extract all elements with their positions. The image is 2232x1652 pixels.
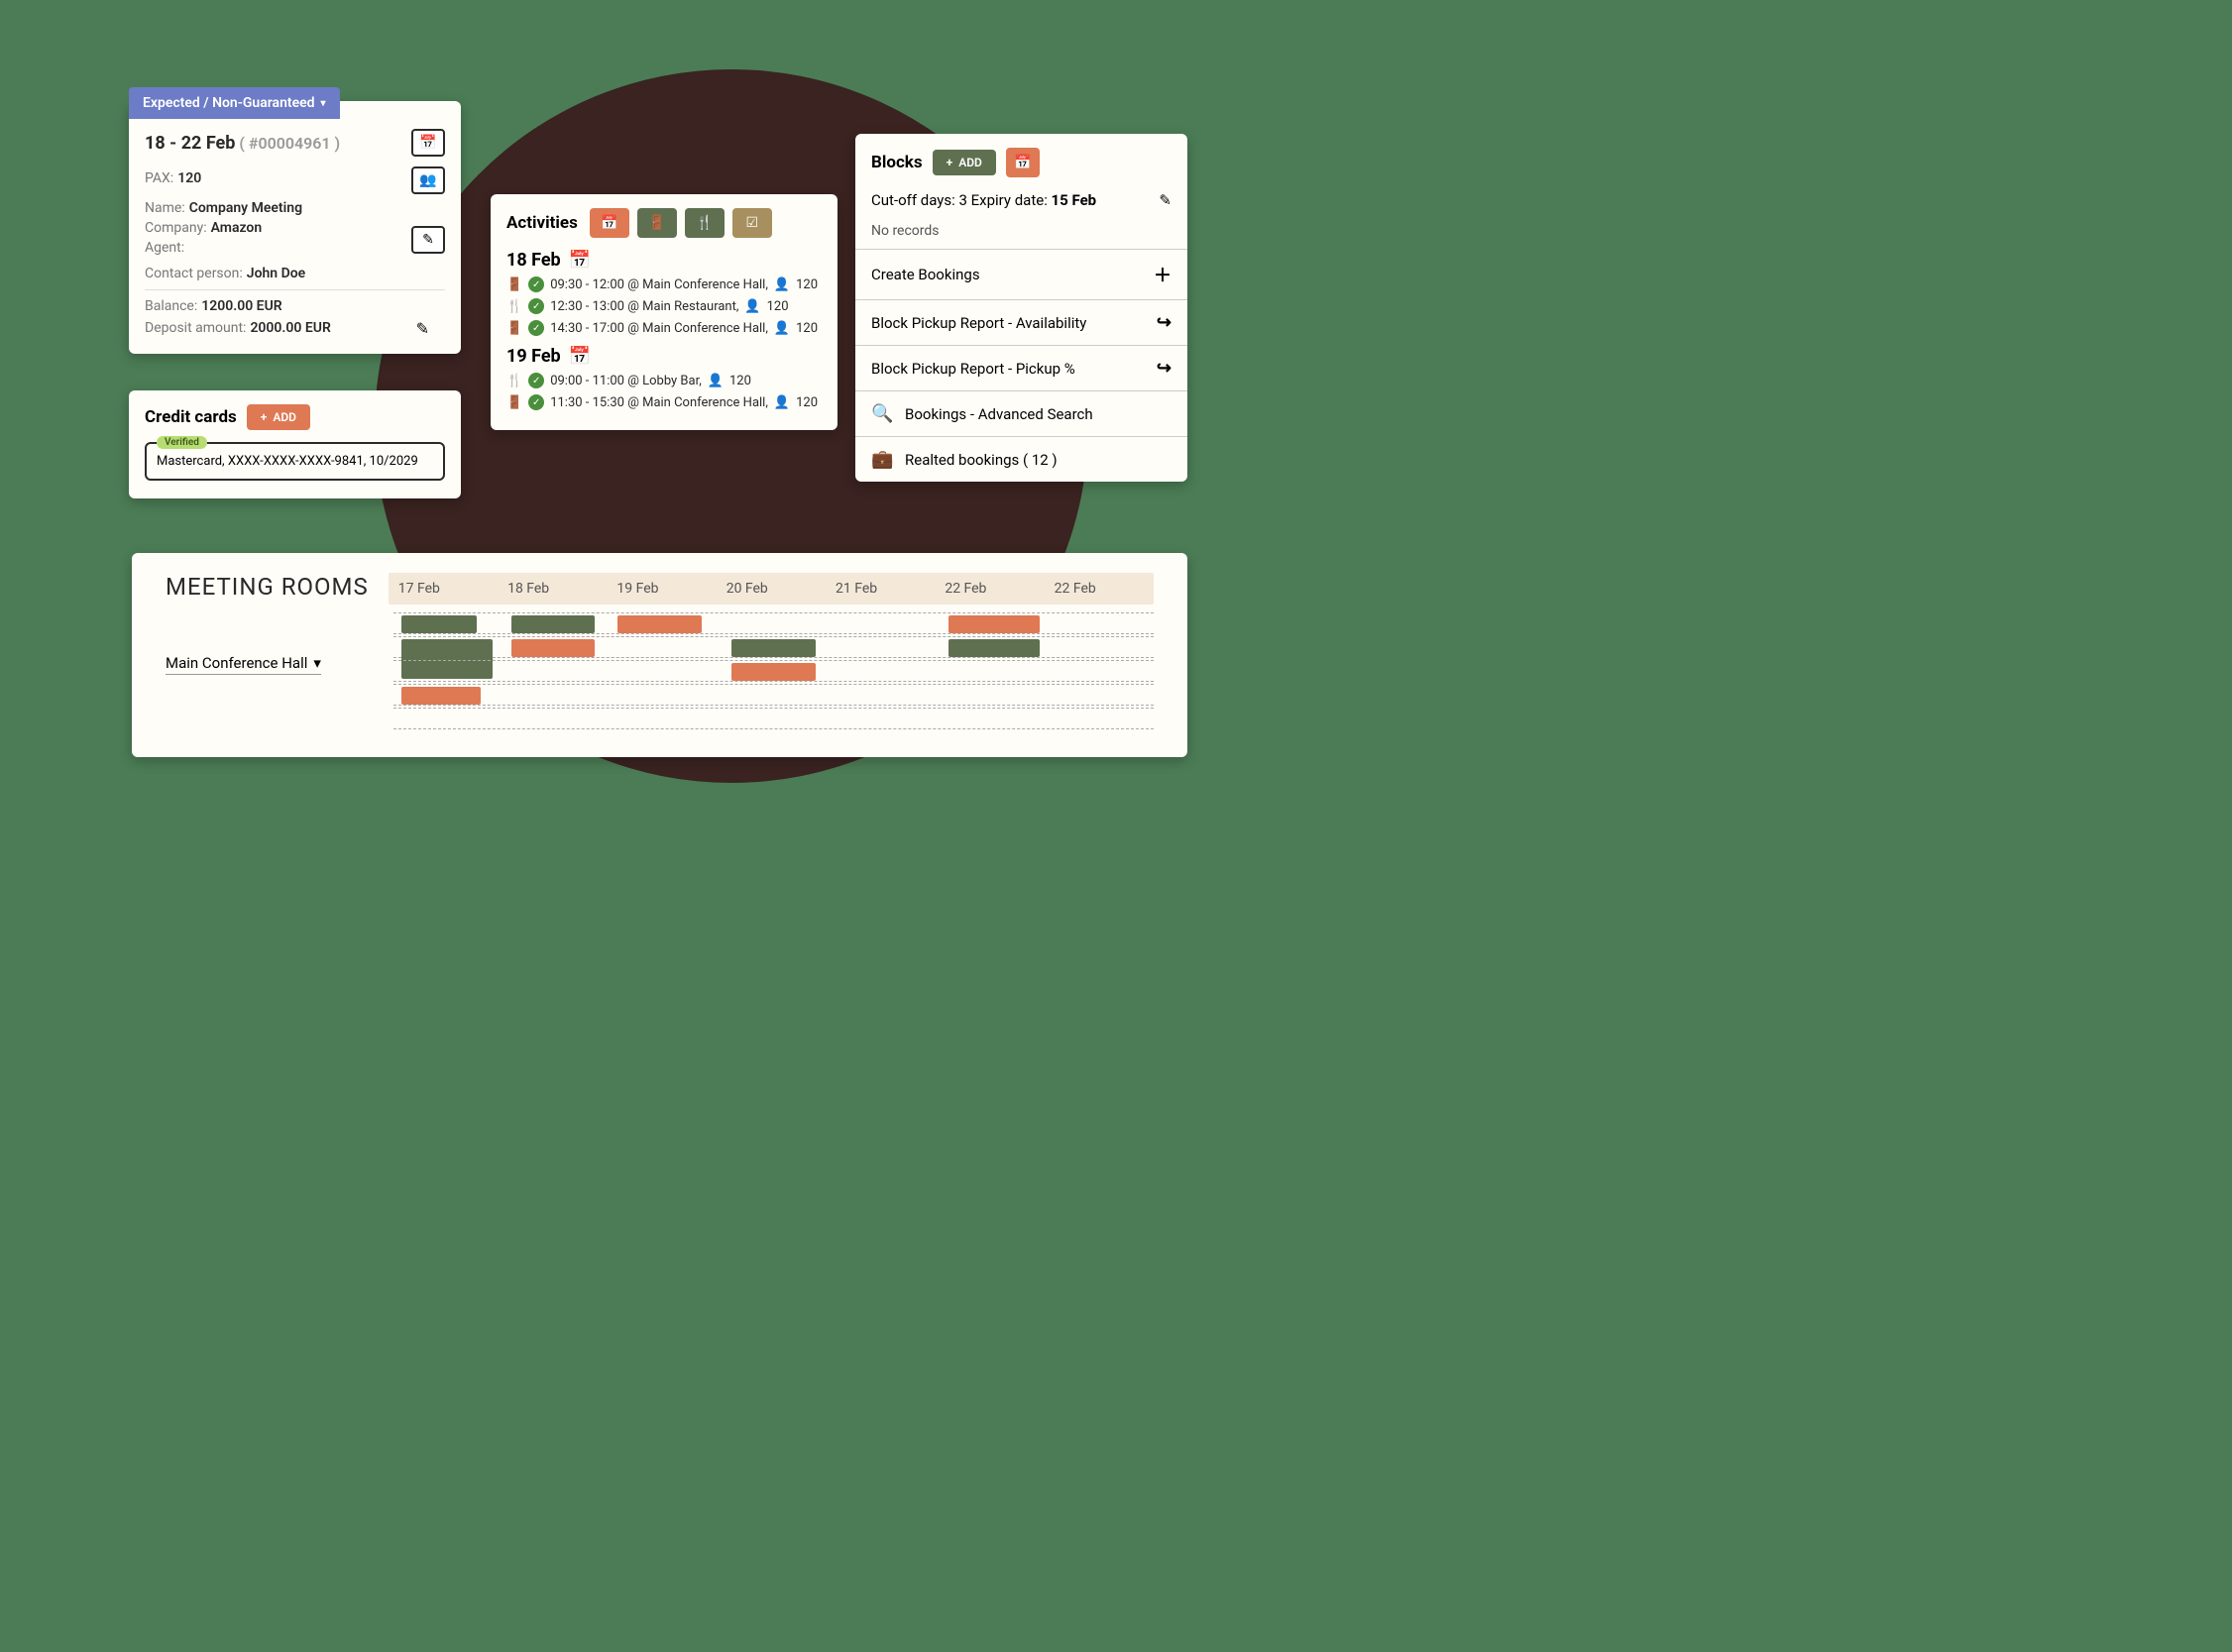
activities-card: Activities 📅 🚪 🍴 ☑ 18 Feb📅🚪✓09:30 - 12:0… bbox=[491, 194, 837, 430]
calendar-icon: 📅 bbox=[569, 250, 591, 271]
pax-value: 120 bbox=[177, 170, 201, 186]
check-icon: ✓ bbox=[528, 373, 544, 388]
gantt-bar[interactable] bbox=[401, 615, 478, 633]
calendar-icon: 📅 bbox=[601, 215, 617, 231]
balance-value: 1200.00 EUR bbox=[201, 298, 281, 314]
calendar-icon: 📅 bbox=[419, 135, 436, 151]
arrow-icon: ↪ bbox=[1157, 312, 1172, 333]
booking-card: Expected / Non-Guaranteed 18 - 22 Feb ( … bbox=[129, 101, 461, 354]
meeting-rooms-card: MEETING ROOMS 17 Feb18 Feb19 Feb20 Feb21… bbox=[132, 553, 1187, 757]
plus-icon: + bbox=[947, 156, 953, 169]
add-block-button[interactable]: +ADD bbox=[933, 150, 996, 175]
tab-tasks[interactable]: ☑ bbox=[732, 208, 772, 238]
gantt-bar[interactable] bbox=[617, 615, 701, 633]
people-icon: 👥 bbox=[419, 172, 436, 188]
person-icon: 👤 bbox=[708, 374, 724, 388]
activity-date: 18 Feb📅 bbox=[506, 250, 822, 271]
gantt-chart bbox=[393, 599, 1154, 727]
door-icon: 🚪 bbox=[648, 215, 665, 231]
person-icon: 👤 bbox=[774, 321, 790, 336]
contact-value: John Doe bbox=[247, 266, 305, 281]
plus-icon: + bbox=[261, 410, 268, 424]
calendar-icon: 📅 bbox=[1014, 155, 1031, 170]
cutoff-text: Cut-off days: 3 Expiry date: bbox=[871, 191, 1052, 209]
status-dropdown[interactable]: Expected / Non-Guaranteed bbox=[129, 87, 340, 119]
deposit-value: 2000.00 EUR bbox=[250, 320, 330, 336]
credit-cards-card: Credit cards +ADD Verified Mastercard, X… bbox=[129, 390, 461, 498]
blocks-title: Blocks bbox=[871, 153, 923, 172]
arrow-icon: ↪ bbox=[1157, 358, 1172, 379]
booking-dates: 18 - 22 Feb bbox=[145, 133, 235, 154]
block-action[interactable]: 💼Realted bookings ( 12 ) bbox=[855, 437, 1187, 482]
cutoff-date: 15 Feb bbox=[1052, 191, 1097, 209]
activity-item[interactable]: 🚪✓09:30 - 12:00 @ Main Conference Hall,👤… bbox=[506, 276, 822, 292]
check-icon: ✓ bbox=[528, 320, 544, 336]
credit-title: Credit cards bbox=[145, 407, 237, 427]
door-icon: 🚪 bbox=[506, 321, 522, 336]
tab-calendar[interactable]: 📅 bbox=[590, 208, 629, 238]
checklist-icon: ☑ bbox=[746, 215, 759, 231]
activity-item[interactable]: 🍴✓12:30 - 13:00 @ Main Restaurant,👤120 bbox=[506, 298, 822, 314]
check-icon: ✓ bbox=[528, 276, 544, 292]
check-icon: ✓ bbox=[528, 394, 544, 410]
block-action[interactable]: Block Pickup Report - Pickup %↪ bbox=[855, 346, 1187, 391]
block-action[interactable]: Create Bookings＋ bbox=[855, 250, 1187, 300]
edit-details-button[interactable]: ✎ bbox=[411, 226, 445, 254]
pencil-icon: ✎ bbox=[422, 232, 434, 248]
activity-item[interactable]: 🚪✓14:30 - 17:00 @ Main Conference Hall,👤… bbox=[506, 320, 822, 336]
activity-item[interactable]: 🍴✓09:00 - 11:00 @ Lobby Bar,👤120 bbox=[506, 373, 822, 388]
activity-item[interactable]: 🚪✓11:30 - 15:30 @ Main Conference Hall,👤… bbox=[506, 394, 822, 410]
block-action[interactable]: Block Pickup Report - Availability↪ bbox=[855, 300, 1187, 346]
edit-deposit-button[interactable]: ✎ bbox=[416, 319, 429, 338]
calendar-icon: 📅 bbox=[569, 346, 591, 367]
food-icon: 🍴 bbox=[506, 374, 522, 388]
no-records: No records bbox=[855, 219, 1187, 249]
briefcase-icon: 💼 bbox=[871, 449, 891, 470]
door-icon: 🚪 bbox=[506, 277, 522, 292]
tab-rooms[interactable]: 🚪 bbox=[637, 208, 677, 238]
booking-name: Company Meeting bbox=[189, 200, 302, 216]
food-icon: 🍴 bbox=[506, 299, 522, 314]
block-action[interactable]: 🔍Bookings - Advanced Search bbox=[855, 391, 1187, 437]
room-select[interactable]: Main Conference Hall▾ bbox=[166, 654, 321, 675]
check-icon: ✓ bbox=[528, 298, 544, 314]
tab-food[interactable]: 🍴 bbox=[685, 208, 725, 238]
edit-cutoff-button[interactable]: ✎ bbox=[1159, 191, 1172, 209]
gantt-bar[interactable] bbox=[401, 687, 482, 705]
cutlery-icon: 🍴 bbox=[696, 215, 713, 231]
blocks-card: Blocks +ADD 📅 Cut-off days: 3 Expiry dat… bbox=[855, 134, 1187, 482]
activity-date: 19 Feb📅 bbox=[506, 346, 822, 367]
door-icon: 🚪 bbox=[506, 395, 522, 410]
booking-ref: ( #00004961 ) bbox=[239, 134, 340, 153]
credit-card-entry[interactable]: Verified Mastercard, XXXX-XXXX-XXXX-9841… bbox=[145, 442, 445, 481]
calendar-button[interactable]: 📅 bbox=[411, 129, 445, 157]
blocks-calendar-button[interactable]: 📅 bbox=[1006, 148, 1040, 177]
add-card-button[interactable]: +ADD bbox=[247, 404, 310, 430]
card-text: Mastercard, XXXX-XXXX-XXXX-9841, 10/2029 bbox=[157, 454, 418, 469]
gantt-bar[interactable] bbox=[949, 615, 1040, 633]
caret-down-icon: ▾ bbox=[313, 654, 321, 672]
activities-title: Activities bbox=[506, 213, 578, 233]
meeting-title: MEETING ROOMS bbox=[166, 573, 369, 601]
people-button[interactable]: 👥 bbox=[411, 166, 445, 194]
person-icon: 👤 bbox=[774, 395, 790, 410]
company-value: Amazon bbox=[211, 220, 263, 236]
verified-badge: Verified bbox=[157, 436, 207, 449]
person-icon: 👤 bbox=[774, 277, 790, 292]
person-icon: 👤 bbox=[744, 299, 760, 314]
plus-icon: ＋ bbox=[1154, 262, 1172, 287]
gantt-bar[interactable] bbox=[731, 663, 815, 681]
search-icon: 🔍 bbox=[871, 403, 891, 424]
gantt-bar[interactable] bbox=[511, 615, 595, 633]
